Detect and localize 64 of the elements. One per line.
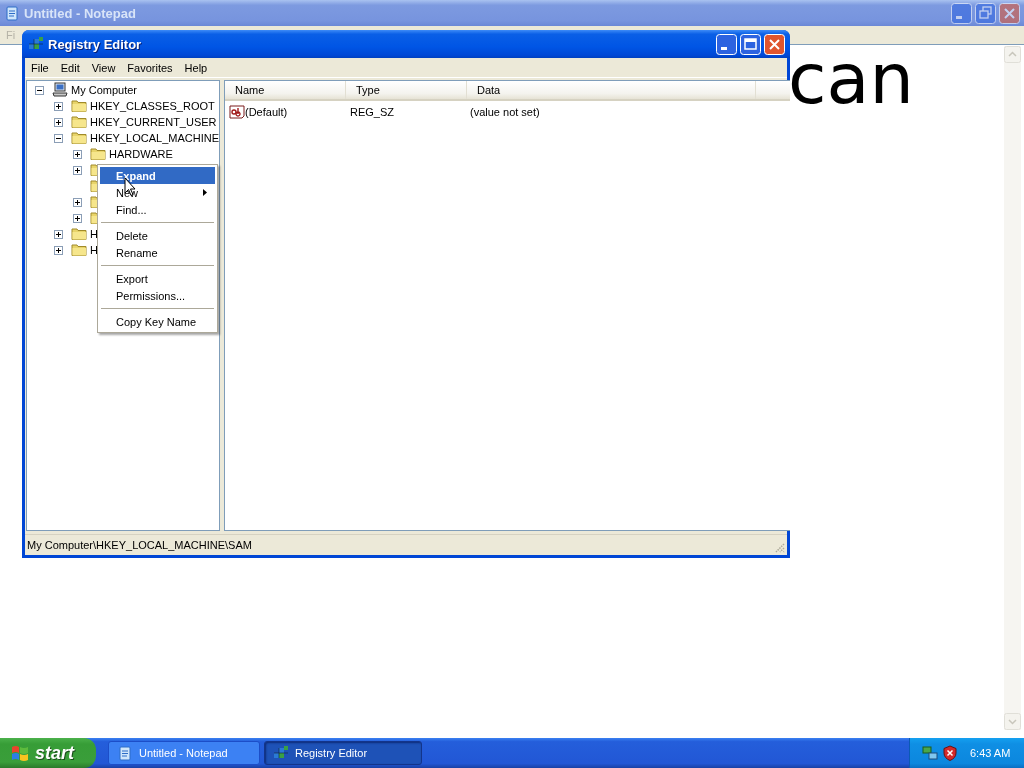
menu-item[interactable]: Edit [54, 61, 86, 74]
taskbar-button[interactable]: Registry Editor [264, 741, 422, 765]
column-header[interactable]: Name [225, 81, 346, 99]
expand-icon[interactable] [54, 101, 63, 111]
menu-item[interactable]: Export [100, 270, 215, 287]
expand-icon[interactable] [54, 117, 63, 127]
tree-item[interactable]: H [90, 244, 98, 256]
menu-item[interactable]: Copy Key Name [100, 313, 215, 330]
menu-item[interactable]: Favorites [121, 61, 179, 74]
table-cell-text: (value not set) [469, 106, 540, 118]
menu-item[interactable]: Rename [100, 244, 215, 261]
clock: 6:43 AM [970, 747, 1011, 759]
expand-icon[interactable] [54, 245, 63, 255]
close-button[interactable] [764, 33, 785, 55]
menu-item[interactable]: File [25, 61, 55, 74]
menu-item[interactable]: Delete [100, 227, 215, 244]
expand-icon[interactable] [73, 197, 82, 207]
shield-icon [942, 745, 958, 761]
folder-icon [90, 146, 106, 162]
windows-logo-icon [10, 743, 30, 763]
menu-item[interactable]: Find... [100, 201, 215, 218]
resize-grip-icon[interactable] [773, 541, 785, 553]
close-button[interactable] [999, 2, 1020, 24]
expand-icon[interactable] [73, 149, 82, 159]
status-text: My Computer\HKEY_LOCAL_MACHINE\SAM [27, 539, 253, 551]
notepad-icon [4, 5, 20, 21]
restore-button[interactable] [975, 2, 996, 24]
network-icon [922, 745, 938, 761]
menu-item[interactable]: Permissions... [100, 287, 215, 304]
expand-icon[interactable] [73, 213, 82, 223]
maximize-button[interactable] [740, 33, 761, 55]
minimize-button[interactable] [716, 33, 737, 55]
notepad-icon [117, 745, 133, 761]
table-cell-text: REG_SZ [349, 106, 395, 118]
collapse-icon[interactable] [54, 133, 63, 143]
folder-icon [71, 242, 87, 258]
computer-icon [52, 82, 68, 98]
menu-item[interactable]: View [85, 61, 122, 74]
column-header[interactable]: Type [346, 81, 467, 99]
folder-icon [71, 226, 87, 242]
tree-item[interactable]: HKEY_CURRENT_USER [90, 116, 217, 128]
collapse-icon[interactable] [35, 85, 44, 95]
window-title: Untitled - Notepad [24, 5, 136, 21]
menu-item[interactable]: Help [178, 61, 214, 74]
expand-icon[interactable] [73, 165, 82, 175]
minimize-button[interactable] [951, 2, 972, 24]
tree-item[interactable]: HKEY_LOCAL_MACHINE [90, 132, 219, 144]
tree-item[interactable]: HARDWARE [109, 148, 173, 160]
text-fragment: can [788, 47, 915, 111]
column-header[interactable]: Data [467, 81, 756, 99]
folder-icon [71, 130, 87, 146]
tree-item[interactable]: My Computer [71, 84, 138, 96]
tree-item[interactable]: HKEY_CLASSES_ROOT [90, 100, 215, 112]
cubes-icon [28, 36, 44, 52]
taskbar-button[interactable]: Untitled - Notepad [108, 741, 260, 765]
cubes-icon [273, 745, 289, 761]
window-title: Registry Editor [48, 36, 142, 52]
expand-icon[interactable] [54, 229, 63, 239]
table-cell: (Default) [245, 106, 288, 118]
folder-icon [71, 114, 87, 130]
folder-icon [71, 98, 87, 114]
string-value-icon [229, 104, 245, 120]
menu-item[interactable]: Expand [100, 167, 215, 184]
tree-item[interactable]: H [90, 228, 98, 240]
